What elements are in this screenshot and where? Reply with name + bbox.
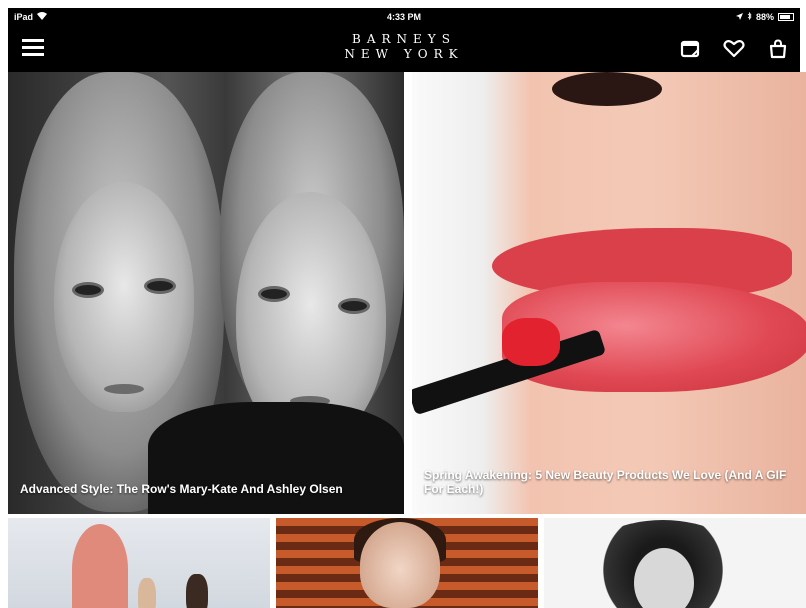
- story-image-lips: [104, 384, 144, 394]
- story-image-torso: [148, 402, 404, 514]
- story-tile-beach[interactable]: [8, 518, 270, 608]
- story-tile-portrait-curls[interactable]: [544, 518, 806, 608]
- location-icon: [735, 12, 743, 22]
- status-bar: iPad 4:33 PM 88%: [8, 8, 800, 26]
- status-time: 4:33 PM: [386, 12, 421, 22]
- story-image-left-face: [54, 182, 194, 412]
- story-image-face: [360, 522, 440, 608]
- story-image-eye: [72, 282, 104, 298]
- story-image-eye: [338, 298, 370, 314]
- story-caption: Advanced Style: The Row's Mary-Kate And …: [20, 482, 343, 496]
- story-image-surfboard: [72, 524, 128, 608]
- status-left: iPad: [14, 12, 48, 22]
- battery-percent: 88%: [755, 12, 774, 22]
- device-label: iPad: [14, 12, 34, 22]
- bluetooth-icon: [747, 11, 752, 22]
- story-image-person: [138, 578, 156, 608]
- story-image-eye: [144, 278, 176, 294]
- shopping-bag-icon[interactable]: [766, 38, 790, 60]
- story-image-nose: [552, 72, 662, 106]
- header-actions: [678, 38, 790, 60]
- notes-icon[interactable]: [678, 38, 702, 60]
- app-header: BARNEYS NEW YORK: [8, 26, 800, 72]
- heart-icon[interactable]: [722, 38, 746, 60]
- story-tile-olsen[interactable]: Advanced Style: The Row's Mary-Kate And …: [8, 72, 404, 514]
- story-tile-red-carpet[interactable]: [276, 518, 538, 608]
- wifi-icon: [37, 12, 48, 22]
- status-right: 88%: [735, 11, 794, 22]
- story-tile-beauty[interactable]: Spring Awakening: 5 New Beauty Products …: [412, 72, 806, 514]
- story-image-eye: [258, 286, 290, 302]
- story-image-person: [186, 574, 208, 608]
- story-caption: Spring Awakening: 5 New Beauty Products …: [424, 468, 787, 496]
- story-image-lipstick-tip: [502, 318, 560, 366]
- battery-icon: [778, 13, 794, 21]
- app-screen: iPad 4:33 PM 88% BARNEYS NEW YORK Advanc…: [0, 0, 806, 608]
